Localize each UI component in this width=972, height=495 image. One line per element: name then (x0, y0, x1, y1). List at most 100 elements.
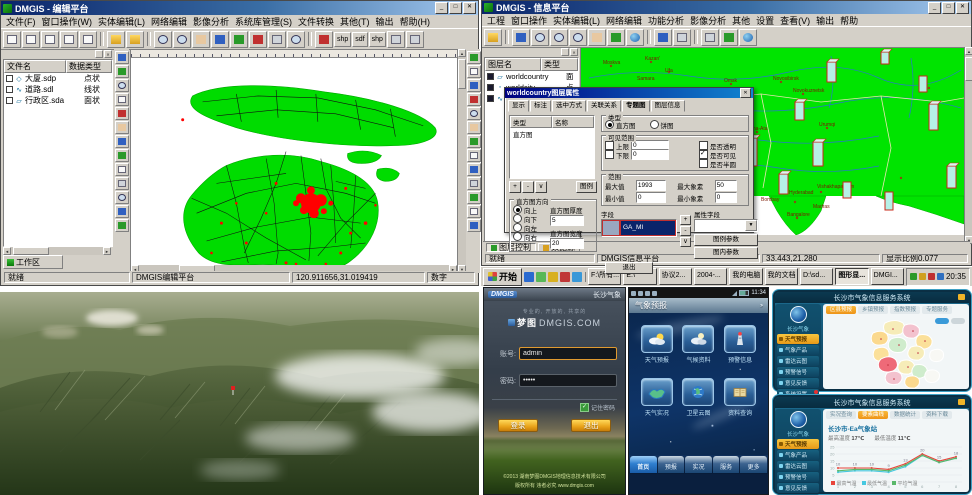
apply-icon[interactable]: ∨ (535, 181, 547, 193)
print-icon[interactable] (387, 31, 405, 48)
minpix-field[interactable] (715, 192, 737, 203)
delete-icon[interactable] (249, 31, 267, 48)
type-radio[interactable]: 饼图 (650, 120, 674, 129)
tool-icon[interactable] (115, 79, 129, 92)
tray-icon[interactable] (937, 273, 944, 280)
app-tile[interactable]: 卫星云图 (681, 378, 717, 417)
menu-item[interactable]: 实体编辑(L) (550, 14, 603, 27)
tool-icon[interactable] (467, 177, 481, 190)
portal-titlebar[interactable]: 长沙市气象信息服务系统 (775, 397, 969, 408)
maximize-icon[interactable]: □ (449, 2, 462, 14)
minimize-icon[interactable]: _ (435, 2, 448, 14)
portal-tab[interactable]: 专题服务 (922, 306, 952, 314)
tool-icon[interactable] (467, 107, 481, 120)
theme-list-item[interactable]: 直方图 (510, 128, 594, 140)
theme-list[interactable]: 类型 名称 直方图 (509, 115, 595, 179)
format-button[interactable]: shp (334, 32, 351, 47)
zoom-icon[interactable] (287, 31, 305, 48)
dialog-tab[interactable]: 关联关系 (587, 100, 621, 112)
menu-item[interactable]: 输出 (373, 15, 397, 28)
tool-icon[interactable] (115, 219, 129, 232)
scroll-right-icon[interactable]: ► (103, 247, 111, 255)
tool-icon[interactable] (467, 135, 481, 148)
edit-icon[interactable] (230, 31, 248, 48)
nav-tab[interactable]: 实况 (685, 456, 712, 473)
chart-icon[interactable] (720, 29, 738, 46)
workspace-tab[interactable]: 工作区 (3, 255, 63, 269)
nav-tab[interactable]: 更多 (740, 456, 767, 473)
layer-checkbox[interactable] (487, 84, 494, 91)
zoom-full-icon[interactable] (569, 29, 587, 46)
sidebar-item[interactable]: 雷达云图 (777, 461, 819, 471)
menu-item[interactable]: 文件转换 (295, 15, 337, 28)
tool-icon[interactable] (467, 205, 481, 218)
dialog-tab[interactable]: 选中方式 (552, 100, 586, 112)
field-list[interactable]: GA_MI (601, 219, 677, 237)
tool-icon[interactable] (115, 107, 129, 120)
legend-param-button[interactable]: 图例参数 (694, 234, 758, 246)
col-layername[interactable]: 图层名 (485, 58, 541, 71)
menu-item[interactable]: 影像分析 (687, 14, 729, 27)
format-button[interactable]: shp (369, 32, 386, 47)
sidebar-item[interactable]: 气象产品 (777, 450, 819, 460)
tool-icon[interactable] (115, 205, 129, 218)
sidebar-item[interactable]: 雷达云图 (777, 356, 819, 366)
dialog-tab[interactable]: 显示 (508, 100, 529, 112)
zoom-in-icon[interactable] (154, 31, 172, 48)
portal-tab[interactable]: 资料下载 (922, 411, 952, 419)
menu-item[interactable]: 查看(V) (777, 14, 813, 27)
tool-icon[interactable] (467, 219, 481, 232)
tool-icon[interactable] (467, 191, 481, 204)
tool-icon[interactable] (115, 135, 129, 148)
legend-button[interactable]: 图例 (576, 181, 597, 193)
print-icon[interactable] (406, 31, 424, 48)
remove-icon[interactable]: - (522, 181, 534, 193)
menu-item[interactable]: 功能分析 (645, 14, 687, 27)
zoom-out-icon[interactable] (550, 29, 568, 46)
max-field[interactable] (636, 180, 666, 191)
login-button[interactable]: 登录 (498, 419, 538, 432)
open-folder-icon[interactable] (107, 31, 125, 48)
app-tile[interactable]: 气候资料 (681, 325, 717, 364)
attr-field-dropdown[interactable]: ▼ (694, 219, 758, 232)
sidebar-item[interactable]: 天气预报 (777, 439, 819, 449)
tool-icon[interactable] (467, 121, 481, 134)
app-tile[interactable]: 天气实况 (639, 378, 675, 417)
tool-icon[interactable] (115, 93, 129, 106)
layer-properties-dialog[interactable]: worldcountry图层属性 ✕ 显示标注选中方式关联关系专题图图层信息 类… (504, 87, 754, 233)
direction-radio[interactable]: 向右 (513, 232, 547, 241)
maxpix-field[interactable] (715, 180, 737, 191)
menu-item[interactable]: 文件(F) (3, 15, 39, 28)
terrain-3d-view[interactable] (0, 292, 479, 495)
dialog-tab[interactable]: 标注 (530, 100, 551, 112)
dropdown-icon[interactable]: ▼ (745, 220, 757, 231)
scroll-up-icon[interactable]: ▲ (458, 49, 466, 57)
account-input[interactable] (519, 347, 617, 360)
tool-icon[interactable] (115, 191, 129, 204)
menu-item[interactable]: 窗口操作(W) (39, 15, 96, 28)
menu-item[interactable]: 窗口操作 (508, 14, 550, 27)
col-type[interactable]: 类型 (510, 116, 552, 128)
lower-field[interactable] (631, 149, 669, 160)
exit-button[interactable]: 退出 (605, 262, 653, 274)
field-remove-icon[interactable]: - (680, 226, 691, 236)
file-checkbox[interactable] (6, 97, 13, 104)
remember-checkbox[interactable]: ✓ (580, 403, 589, 412)
tool-icon[interactable] (115, 163, 129, 176)
file-row[interactable]: ∿ 道路.sdl 线状 (4, 84, 112, 95)
tool-icon[interactable] (115, 177, 129, 190)
new-icon[interactable] (60, 31, 78, 48)
dialog-tab[interactable]: 专题图 (622, 100, 650, 112)
file-row[interactable]: ◇ 大厦.sdp 点状 (4, 73, 112, 84)
measure-icon[interactable] (673, 29, 691, 46)
tool-icon[interactable] (115, 51, 129, 64)
open-folder-icon[interactable] (484, 29, 502, 46)
portal-tab[interactable]: 乡镇预报 (858, 306, 888, 314)
taskbar-button[interactable]: DMGI... (871, 268, 904, 285)
new-icon[interactable] (79, 31, 97, 48)
print-icon[interactable] (701, 29, 719, 46)
tool-icon[interactable] (467, 79, 481, 92)
grid-icon[interactable] (268, 31, 286, 48)
panel-close-icon[interactable]: ✕ (570, 48, 578, 56)
upper-checkbox[interactable] (605, 141, 614, 150)
